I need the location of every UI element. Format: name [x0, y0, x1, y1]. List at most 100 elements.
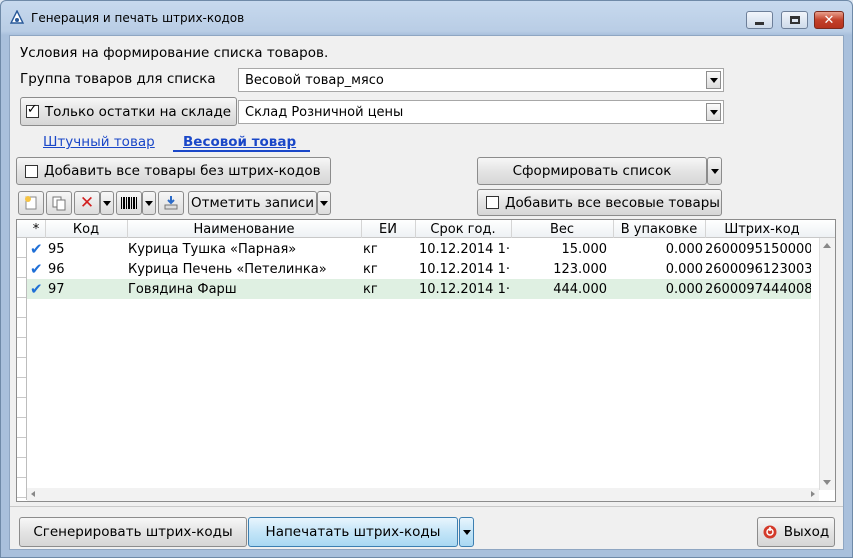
form-list-dropdown[interactable]: [707, 157, 722, 185]
add-no-barcode-checkbox[interactable]: [25, 164, 38, 178]
scroll-right-icon[interactable]: [811, 491, 815, 497]
generate-barcodes-button[interactable]: Сгенерировать штрих-коды: [19, 517, 247, 547]
minimize-button[interactable]: [746, 11, 773, 29]
col-unit[interactable]: ЕИ: [363, 222, 413, 237]
cell-code: 95: [48, 242, 65, 257]
new-record-button[interactable]: [18, 191, 44, 215]
chevron-down-icon: [709, 77, 718, 83]
chevron-down-icon: [103, 200, 111, 206]
vertical-scrollbar[interactable]: [819, 238, 835, 490]
copy-record-button[interactable]: [46, 191, 72, 215]
exit-button[interactable]: Выход: [757, 517, 835, 547]
delete-record-button[interactable]: ✕: [74, 191, 100, 215]
exit-icon: [763, 525, 777, 539]
cell-expiry: 10.12.2014 1·: [419, 262, 510, 277]
only-stock-button[interactable]: Только остатки на складе: [20, 97, 237, 126]
barcode-button[interactable]: [116, 191, 142, 215]
chevron-down-icon: [145, 200, 153, 206]
table-row[interactable]: ✔ 97 Говядина Фарш кг 10.12.2014 1· 444.000 0.…: [27, 279, 811, 299]
delete-dropdown[interactable]: [100, 191, 114, 215]
cell-name: Курица Тушка «Парная»: [128, 242, 297, 257]
cell-expiry: 10.12.2014 1·: [419, 282, 510, 297]
col-pack[interactable]: В упаковке: [615, 222, 703, 237]
import-icon: [164, 196, 178, 210]
print-barcodes-dropdown[interactable]: [459, 517, 474, 547]
horizontal-scrollbar[interactable]: [27, 488, 819, 501]
close-icon: ✕: [823, 12, 835, 28]
title-bar[interactable]: Генерация и печать штрих-кодов ✕: [1, 1, 852, 35]
add-no-barcode-button[interactable]: Добавить все товары без штрих-кодов: [16, 157, 331, 185]
exit-label: Выход: [783, 524, 830, 540]
row-indicator-column: [17, 238, 27, 500]
warehouse-select[interactable]: Склад Розничной цены: [238, 100, 724, 124]
form-list-button[interactable]: Сформировать список: [477, 157, 707, 185]
maximize-button[interactable]: [781, 11, 808, 29]
group-select[interactable]: Весовой товар_мясо: [238, 68, 724, 92]
barcode-dropdown[interactable]: [142, 191, 156, 215]
chevron-down-icon: [320, 200, 328, 206]
cell-barcode: 2600097444008: [705, 282, 811, 297]
cell-unit: кг: [363, 282, 378, 297]
add-no-barcode-label: Добавить все товары без штрих-кодов: [44, 163, 321, 179]
group-select-value: Весовой товар_мясо: [245, 73, 384, 88]
cell-barcode: 2600095150000: [705, 242, 811, 257]
cell-name: Говядина Фарш: [128, 282, 237, 297]
only-stock-label: Только остатки на складе: [44, 103, 232, 120]
add-weight-label: Добавить все весовые товары: [505, 194, 720, 211]
scroll-down-icon[interactable]: [823, 480, 831, 485]
cell-weight: 15.000: [561, 242, 608, 257]
print-barcodes-button[interactable]: Напечатать штрих-коды: [248, 517, 458, 547]
cell-pack: 0.000: [665, 282, 703, 297]
group-select-arrow[interactable]: [706, 71, 721, 89]
row-check-icon[interactable]: ✔: [30, 280, 43, 298]
cell-weight: 123.000: [553, 262, 607, 277]
scroll-up-icon[interactable]: [823, 243, 831, 248]
col-marker[interactable]: *: [27, 222, 45, 237]
mark-records-button[interactable]: Отметить записи: [188, 191, 317, 215]
mark-records-label: Отметить записи: [191, 195, 314, 211]
chevron-down-icon: [709, 109, 718, 115]
row-check-icon[interactable]: ✔: [30, 260, 43, 278]
col-barcode[interactable]: Штрих-код: [707, 222, 817, 237]
grid-header: * Код Наименование ЕИ Срок год. Вес В уп…: [17, 220, 835, 238]
cell-unit: кг: [363, 242, 378, 257]
copy-icon: [52, 196, 66, 211]
window-title: Генерация и печать штрих-кодов: [31, 11, 245, 25]
close-button[interactable]: ✕: [814, 11, 844, 29]
cell-code: 96: [48, 262, 65, 277]
cell-pack: 0.000: [665, 262, 703, 277]
row-check-icon[interactable]: ✔: [30, 240, 43, 258]
warehouse-select-value: Склад Розничной цены: [245, 105, 404, 120]
col-code[interactable]: Код: [47, 222, 125, 237]
add-weight-button[interactable]: Добавить все весовые товары: [477, 189, 722, 216]
main-window: Генерация и печать штрих-кодов ✕ Условия…: [0, 0, 853, 558]
form-list-label: Сформировать список: [512, 163, 672, 179]
app-icon: [9, 10, 25, 24]
cell-expiry: 10.12.2014 1·: [419, 242, 510, 257]
tab-piece-goods[interactable]: Штучный товар: [43, 134, 155, 150]
col-expiry[interactable]: Срок год.: [417, 222, 509, 237]
mark-records-dropdown[interactable]: [317, 191, 331, 215]
conditions-label: Условия на формирование списка товаров.: [20, 45, 329, 61]
chevron-down-icon: [710, 168, 719, 174]
goods-grid[interactable]: * Код Наименование ЕИ Срок год. Вес В уп…: [16, 219, 836, 502]
only-stock-checkbox[interactable]: [25, 102, 39, 118]
client-area: Условия на формирование списка товаров. …: [9, 35, 844, 550]
add-weight-checkbox[interactable]: [486, 196, 499, 209]
warehouse-select-arrow[interactable]: [706, 103, 721, 121]
cell-name: Курица Печень «Петелинка»: [128, 262, 327, 277]
import-button[interactable]: [158, 191, 184, 215]
table-row[interactable]: ✔ 95 Курица Тушка «Парная» кг 10.12.2014 1· 1…: [27, 239, 811, 259]
col-name[interactable]: Наименование: [129, 222, 359, 237]
group-label: Группа товаров для списка: [20, 71, 216, 87]
cell-unit: кг: [363, 262, 378, 277]
generate-barcodes-label: Сгенерировать штрих-коды: [33, 524, 233, 540]
table-row[interactable]: ✔ 96 Курица Печень «Петелинка» кг 10.12.2014…: [27, 259, 811, 279]
scroll-left-icon[interactable]: [31, 491, 35, 497]
col-weight[interactable]: Вес: [513, 222, 611, 237]
barcode-icon: [121, 197, 137, 209]
delete-icon: ✕: [79, 192, 95, 213]
active-tab-indicator: [173, 150, 310, 152]
tab-weight-goods[interactable]: Весовой товар: [183, 134, 296, 150]
chevron-down-icon: [462, 529, 471, 535]
